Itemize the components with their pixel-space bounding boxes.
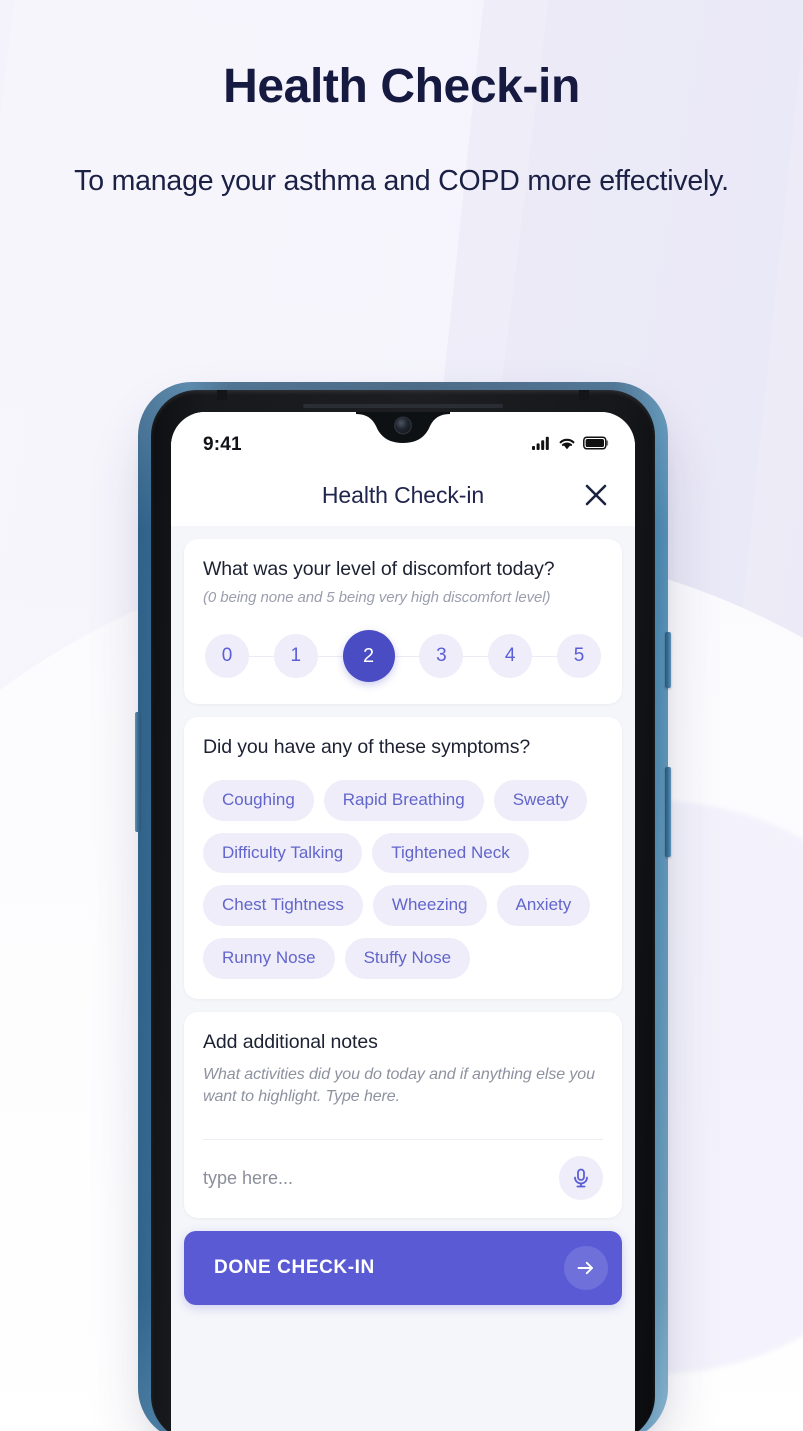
page-subtitle: To manage your asthma and COPD more effe… [74,165,729,198]
symptoms-card: Did you have any of these symptoms? Coug… [184,717,622,999]
scale-option-5[interactable]: 5 [556,634,601,678]
symptom-chip[interactable]: Difficulty Talking [203,832,363,874]
symptom-chip[interactable]: Sweaty [493,780,588,821]
symptom-chip[interactable]: Coughing [203,780,314,821]
app-content: What was your level of discomfort today?… [171,526,635,1431]
scale-option-3[interactable]: 3 [419,634,464,678]
notes-card: Add additional notes What activities did… [184,1011,622,1219]
symptoms-question: Did you have any of these symptoms? [203,736,531,758]
signal-bars-icon [532,436,551,455]
symptom-chip-list: Coughing Rapid Breathing Sweaty Difficul… [203,780,603,979]
status-bar: 9:41 [171,412,635,464]
battery-icon [583,435,609,455]
discomfort-card: What was your level of discomfort today?… [184,539,622,704]
symptom-chip[interactable]: Chest Tightness [203,885,363,927]
phone-left-button[interactable] [135,712,141,832]
close-icon[interactable] [579,478,613,512]
app-header: Health Check-in [171,464,635,526]
discomfort-hint: (0 being none and 5 being very high disc… [203,589,551,606]
notes-title: Add additional notes [203,1030,378,1053]
notes-input-row [203,1140,603,1218]
scale-option-4[interactable]: 4 [488,634,533,678]
phone-screen: 9:41 Health Check-in What was your level… [171,412,635,1431]
notes-input[interactable] [203,1167,559,1189]
symptom-chip[interactable]: Runny Nose [203,938,335,979]
symptom-chip[interactable]: Rapid Breathing [323,780,484,821]
frame-antenna-line-left [217,390,227,400]
phone-bezel: 9:41 Health Check-in What was your level… [151,390,655,1431]
symptom-chip[interactable]: Wheezing [372,885,487,927]
scale-option-0[interactable]: 0 [205,634,249,678]
done-check-in-button[interactable]: DONE CHECK-IN [184,1231,622,1306]
earpiece-speaker [303,404,503,408]
status-time: 9:41 [203,434,242,455]
discomfort-question: What was your level of discomfort today? [203,558,555,580]
done-check-in-label: DONE CHECK-IN [214,1257,375,1279]
microphone-icon[interactable] [559,1156,603,1201]
symptom-chip[interactable]: Tightened Neck [372,832,529,874]
frame-antenna-line-right [579,390,589,400]
discomfort-scale: 0 1 2 3 4 5 [203,630,603,682]
wifi-icon [558,436,576,455]
notes-hint: What activities did you do today and if … [203,1065,595,1106]
app-header-title: Health Check-in [321,481,485,508]
arrow-right-icon [564,1246,608,1291]
scale-option-2[interactable]: 2 [342,630,395,682]
page-title: Health Check-in [223,60,580,113]
status-icons [532,435,609,455]
hero-section: Health Check-in To manage your asthma an… [0,60,803,209]
phone-power-button[interactable] [665,767,671,857]
phone-volume-button[interactable] [665,632,671,688]
symptom-chip[interactable]: Stuffy Nose [344,938,471,979]
symptom-chip[interactable]: Anxiety [496,885,591,927]
phone-mockup: 9:41 Health Check-in What was your level… [135,382,671,1431]
scale-option-1[interactable]: 1 [273,634,318,678]
